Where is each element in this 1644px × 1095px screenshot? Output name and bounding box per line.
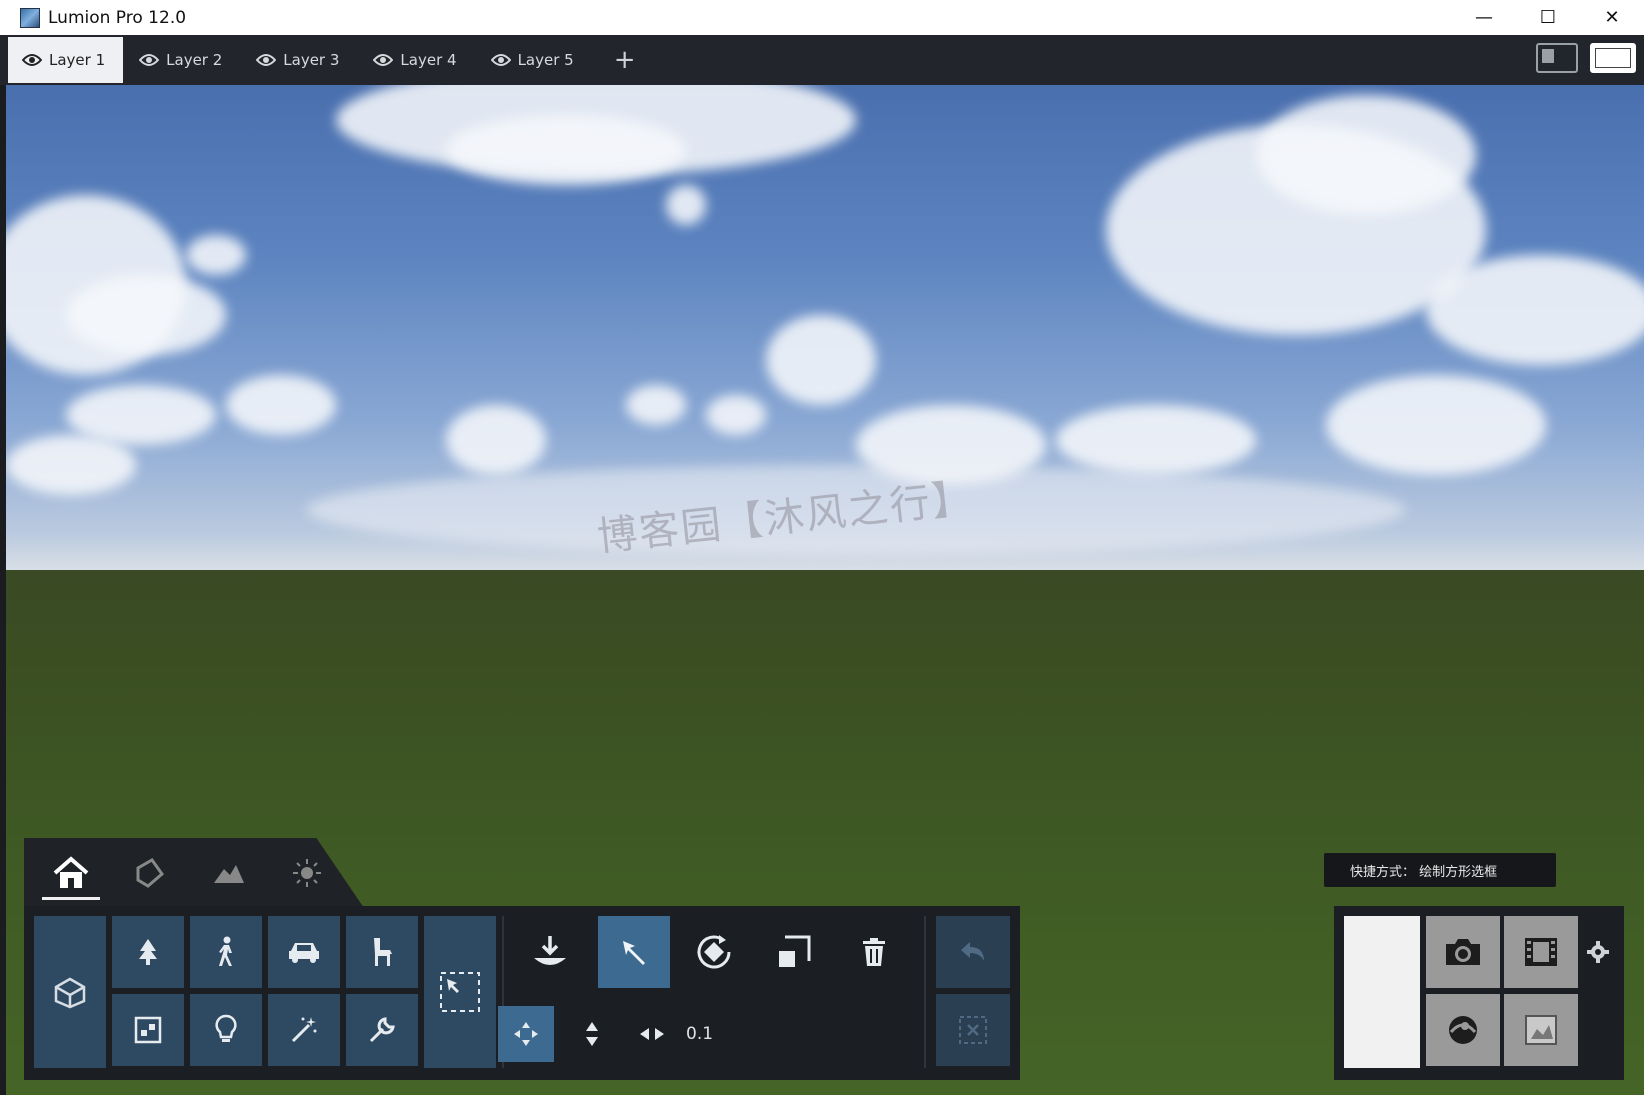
object-toolbox: 0.1 bbox=[24, 906, 1020, 1080]
output-panel bbox=[1334, 906, 1624, 1080]
layer-tab-5[interactable]: Layer 5 bbox=[477, 37, 592, 83]
title-bar: Lumion Pro 12.0 — ☐ ✕ bbox=[0, 0, 1644, 35]
furniture-button[interactable] bbox=[346, 916, 418, 988]
box-select-button[interactable] bbox=[424, 916, 496, 1068]
eye-icon[interactable] bbox=[490, 53, 511, 67]
utilities-button[interactable] bbox=[346, 994, 418, 1066]
layer-tab-bar: Layer 1 Layer 2 Layer 3 Layer 4 Layer 5 … bbox=[0, 35, 1644, 85]
home-icon[interactable] bbox=[42, 848, 100, 900]
place-object-icon[interactable] bbox=[514, 916, 586, 988]
rotate-icon[interactable] bbox=[678, 916, 750, 988]
transport-button[interactable] bbox=[268, 916, 340, 988]
select-move-icon[interactable] bbox=[598, 916, 670, 988]
minimize-button[interactable]: — bbox=[1452, 0, 1516, 35]
eye-icon[interactable] bbox=[373, 53, 394, 67]
weather-icon[interactable] bbox=[282, 848, 332, 898]
layer-tab-label: Layer 1 bbox=[49, 51, 106, 69]
move-vertical-icon[interactable] bbox=[564, 1006, 620, 1062]
effects-button[interactable] bbox=[112, 994, 184, 1066]
layer-tab-label: Layer 2 bbox=[166, 51, 223, 69]
photo-mode-button[interactable] bbox=[1426, 916, 1500, 988]
move-sideways-icon[interactable] bbox=[624, 1006, 680, 1062]
move-horizontal-icon[interactable] bbox=[498, 1006, 554, 1062]
landscape-icon[interactable] bbox=[204, 848, 254, 898]
layer-tab-label: Layer 5 bbox=[517, 51, 574, 69]
add-layer-button[interactable]: + bbox=[600, 45, 650, 75]
scene-thumbnail[interactable] bbox=[1344, 916, 1420, 1068]
height-value-field[interactable]: 0.1 bbox=[686, 1024, 713, 1044]
eye-icon[interactable] bbox=[139, 53, 160, 67]
maximize-button[interactable]: ☐ bbox=[1516, 0, 1580, 35]
livesync-mode-button[interactable] bbox=[1504, 994, 1578, 1066]
full-view-icon[interactable] bbox=[1590, 43, 1636, 73]
lumion-app-icon bbox=[20, 7, 40, 28]
delete-icon[interactable] bbox=[838, 916, 910, 988]
layer-tab-1[interactable]: Layer 1 bbox=[8, 37, 124, 83]
layer-tab-label: Layer 4 bbox=[400, 51, 457, 69]
window-controls: — ☐ ✕ bbox=[1452, 0, 1644, 35]
scale-icon[interactable] bbox=[758, 916, 830, 988]
split-view-icon[interactable] bbox=[1536, 43, 1578, 73]
undo-button[interactable] bbox=[936, 916, 1010, 988]
nature-button[interactable] bbox=[112, 916, 184, 988]
layer-tab-4[interactable]: Layer 4 bbox=[359, 37, 474, 83]
window-title: Lumion Pro 12.0 bbox=[48, 7, 187, 28]
imported-model-button[interactable] bbox=[34, 916, 106, 1068]
panorama-mode-button[interactable] bbox=[1426, 994, 1500, 1066]
settings-gear-icon[interactable] bbox=[1586, 940, 1610, 964]
movie-mode-button[interactable] bbox=[1504, 916, 1578, 988]
material-icon[interactable] bbox=[124, 848, 174, 898]
shortcut-hint: 快捷方式： 绘制方形选框 bbox=[1324, 853, 1556, 887]
layer-tab-label: Layer 3 bbox=[283, 51, 340, 69]
layer-tab-3[interactable]: Layer 3 bbox=[242, 37, 357, 83]
special-objects-button[interactable] bbox=[268, 994, 340, 1066]
close-button[interactable]: ✕ bbox=[1580, 0, 1644, 35]
view-mode-toggles bbox=[1536, 43, 1636, 73]
eye-icon[interactable] bbox=[256, 53, 277, 67]
deselect-button[interactable] bbox=[936, 994, 1010, 1066]
mode-tab-bar bbox=[24, 838, 364, 908]
people-button[interactable] bbox=[190, 916, 262, 988]
lights-button[interactable] bbox=[190, 994, 262, 1066]
layer-tab-2[interactable]: Layer 2 bbox=[125, 37, 240, 83]
eye-icon[interactable] bbox=[22, 53, 42, 67]
